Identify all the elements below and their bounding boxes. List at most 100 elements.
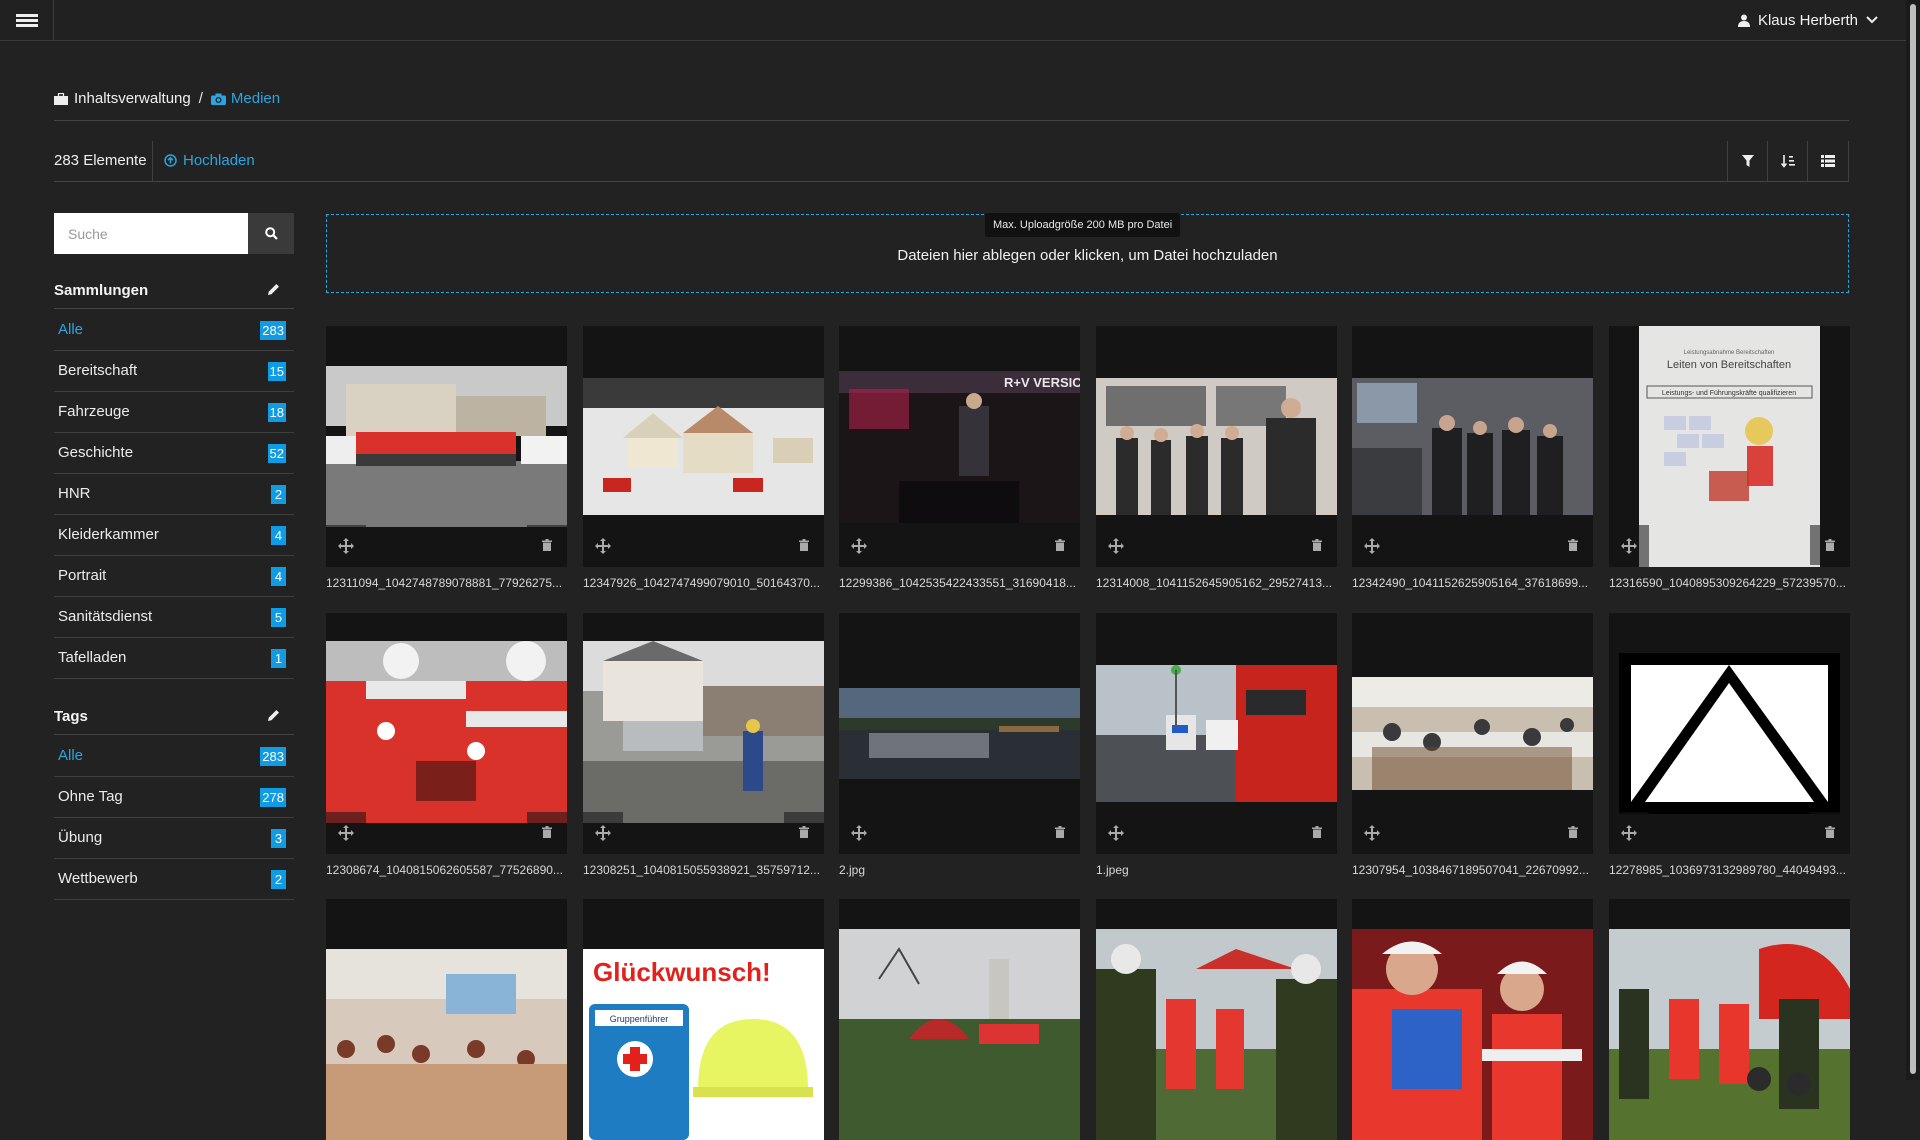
tags-item[interactable]: Ohne Tag 278 xyxy=(54,777,294,818)
collections-item[interactable]: Portrait 4 xyxy=(54,556,294,597)
menu-toggle-button[interactable] xyxy=(0,0,54,40)
media-thumbnail[interactable]: Glückwunsch! Gruppenführer xyxy=(583,899,824,1140)
media-tile[interactable] xyxy=(1096,899,1337,1140)
tags-item[interactable]: Alle 283 xyxy=(54,736,294,777)
media-thumbnail[interactable] xyxy=(839,899,1080,1140)
drag-handle[interactable] xyxy=(326,812,366,854)
tags-item-label: Wettbewerb xyxy=(58,870,138,887)
drag-handle[interactable] xyxy=(1609,812,1649,854)
drag-handle[interactable] xyxy=(1096,525,1136,567)
media-tile[interactable] xyxy=(326,899,567,1140)
trash-icon xyxy=(1568,539,1578,551)
drag-handle[interactable] xyxy=(1096,812,1136,854)
drag-handle[interactable] xyxy=(583,525,623,567)
move-icon xyxy=(1364,538,1380,554)
tags-item-label: Alle xyxy=(58,747,84,764)
collections-item[interactable]: HNR 2 xyxy=(54,474,294,515)
search-button[interactable] xyxy=(248,213,294,254)
tags-item[interactable]: Übung 3 xyxy=(54,818,294,859)
media-tile[interactable] xyxy=(1609,899,1850,1140)
file-name: 12299386_1042535422433551_31690418... xyxy=(839,576,1076,590)
file-name: 12278985_1036973132989780_44049493... xyxy=(1609,863,1846,877)
collections-item[interactable]: Fahrzeuge 18 xyxy=(54,392,294,433)
delete-button[interactable] xyxy=(1040,525,1080,565)
move-icon xyxy=(595,825,611,841)
media-thumbnail[interactable] xyxy=(1609,899,1850,1140)
drag-handle[interactable] xyxy=(326,525,366,567)
media-tile[interactable]: 1.jpeg xyxy=(1096,613,1337,883)
count-badge: 2 xyxy=(271,870,286,889)
breadcrumb-home[interactable]: Inhaltsverwaltung xyxy=(54,90,191,107)
user-menu[interactable]: Klaus Herberth xyxy=(1737,0,1878,40)
count-badge: 2 xyxy=(271,485,286,504)
media-tile[interactable]: 12347926_1042747499079010_50164370... xyxy=(583,326,824,596)
media-tile[interactable]: Leistungsabnahme Bereitschaften Leiten vo… xyxy=(1609,326,1850,596)
breadcrumb-current-label: Medien xyxy=(230,90,281,107)
delete-button[interactable] xyxy=(1553,525,1593,565)
collections-item[interactable]: Geschichte 52 xyxy=(54,433,294,474)
delete-button[interactable] xyxy=(1810,525,1850,565)
drag-handle[interactable] xyxy=(1352,525,1392,567)
breadcrumb-current[interactable]: Medien xyxy=(210,90,281,107)
list-view-icon xyxy=(1821,155,1835,167)
trash-icon xyxy=(1825,539,1835,551)
delete-button[interactable] xyxy=(1297,812,1337,852)
search-input[interactable] xyxy=(54,213,248,254)
collections-item-label: Tafelladen xyxy=(58,649,127,666)
collections-item[interactable]: Tafelladen 1 xyxy=(54,638,294,679)
svg-text:Leistungs- und Führungskräfte: Leistungs- und Führungskräfte qualifizie… xyxy=(1662,390,1796,397)
delete-button[interactable] xyxy=(1297,525,1337,565)
upload-link[interactable]: Hochladen xyxy=(164,152,255,169)
collections-item[interactable]: Bereitschaft 15 xyxy=(54,351,294,392)
edit-collections-button[interactable] xyxy=(268,282,280,299)
media-tile[interactable]: 12308674_1040815062605587_77526890... xyxy=(326,613,567,883)
delete-button[interactable] xyxy=(527,812,567,852)
file-name: 12316590_1040895309264229_57239570... xyxy=(1609,576,1846,590)
media-thumbnail[interactable] xyxy=(1352,899,1593,1140)
media-tile[interactable]: 12314008_1041152645905162_29527413... xyxy=(1096,326,1337,596)
media-tile[interactable]: 12278985_1036973132989780_44049493... xyxy=(1609,613,1850,883)
collections-item[interactable]: Sanitätsdienst 5 xyxy=(54,597,294,638)
sort-button[interactable] xyxy=(1767,141,1808,181)
media-tile[interactable]: Glückwunsch! Gruppenführer xyxy=(583,899,824,1140)
collections-item[interactable]: Kleiderkammer 4 xyxy=(54,515,294,556)
collections-item-label: Kleiderkammer xyxy=(58,526,159,543)
delete-button[interactable] xyxy=(1040,812,1080,852)
chevron-down-icon xyxy=(1866,16,1878,24)
delete-button[interactable] xyxy=(784,812,824,852)
delete-button[interactable] xyxy=(1810,812,1850,852)
count-badge: 4 xyxy=(271,526,286,545)
filter-button[interactable] xyxy=(1727,141,1768,181)
media-tile[interactable]: 12307954_1038467189507041_22670992... xyxy=(1352,613,1593,883)
drag-handle[interactable] xyxy=(583,812,623,854)
file-name: 12308674_1040815062605587_77526890... xyxy=(326,863,563,877)
drag-handle[interactable] xyxy=(1609,525,1649,567)
trash-icon xyxy=(1312,826,1322,838)
trash-icon xyxy=(799,539,809,551)
media-tile[interactable]: 12342490_1041152625905164_37618699... xyxy=(1352,326,1593,596)
media-thumbnail[interactable] xyxy=(1096,899,1337,1140)
media-tile[interactable]: R+V VERSICH 12299386_1042535422433551_316… xyxy=(839,326,1080,596)
media-tile[interactable]: 12308251_1040815055938921_35759712... xyxy=(583,613,824,883)
media-tile[interactable]: 2.jpg xyxy=(839,613,1080,883)
tags-header: Tags xyxy=(54,698,294,735)
media-tile[interactable] xyxy=(1352,899,1593,1140)
file-name: 12308251_1040815055938921_35759712... xyxy=(583,863,820,877)
tags-item-label: Ohne Tag xyxy=(58,788,123,805)
media-tile[interactable] xyxy=(839,899,1080,1140)
tags-item[interactable]: Wettbewerb 2 xyxy=(54,859,294,900)
delete-button[interactable] xyxy=(784,525,824,565)
media-thumbnail[interactable] xyxy=(326,899,567,1140)
page-scrollbar[interactable] xyxy=(1906,0,1920,1080)
collections-item-label: Fahrzeuge xyxy=(58,403,130,420)
collections-item[interactable]: Alle 283 xyxy=(54,310,294,351)
edit-tags-button[interactable] xyxy=(268,708,280,725)
trash-icon xyxy=(1568,826,1578,838)
drag-handle[interactable] xyxy=(1352,812,1392,854)
drag-handle[interactable] xyxy=(839,812,879,854)
delete-button[interactable] xyxy=(1553,812,1593,852)
drag-handle[interactable] xyxy=(839,525,879,567)
list-view-button[interactable] xyxy=(1807,141,1849,181)
delete-button[interactable] xyxy=(527,525,567,565)
media-tile[interactable]: 12311094_1042748789078881_77926275... xyxy=(326,326,567,596)
